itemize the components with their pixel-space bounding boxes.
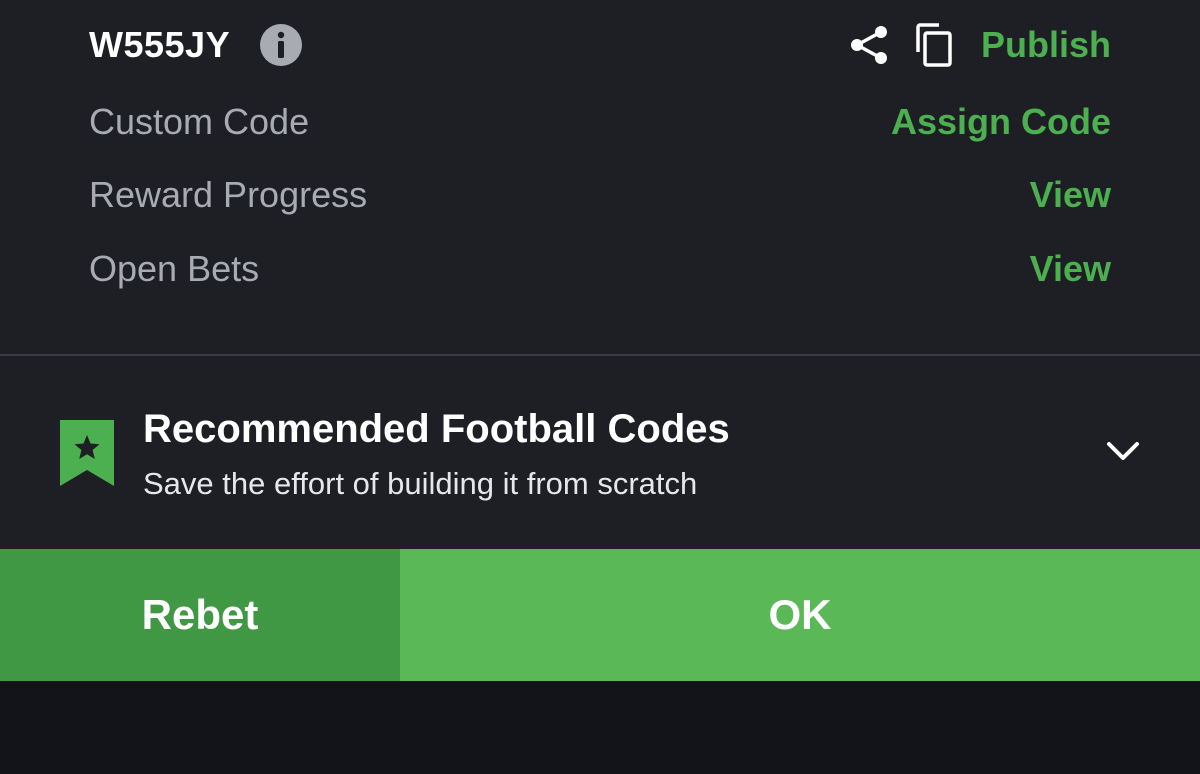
chevron-down-icon[interactable] [1104,436,1142,466]
rebet-button[interactable]: Rebet [0,549,400,681]
custom-code-label: Custom Code [89,101,310,142]
recommended-title: Recommended Football Codes [143,407,730,451]
ok-button[interactable]: OK [400,549,1200,681]
reward-progress-view-link[interactable]: View [1030,174,1111,216]
bookmark-star-icon [60,420,114,486]
share-icon[interactable] [848,24,890,66]
recommended-subtitle: Save the effort of building it from scra… [143,466,698,501]
publish-link[interactable]: Publish [981,24,1111,66]
open-bets-label: Open Bets [89,248,260,289]
booking-code-panel: W555JY Publish Custom Code Assign Code R… [0,0,1200,548]
booking-code-title: W555JY [89,24,231,65]
section-divider [0,354,1200,356]
copy-icon[interactable] [913,22,955,68]
reward-progress-label: Reward Progress [89,174,368,215]
assign-code-link[interactable]: Assign Code [891,101,1111,143]
open-bets-view-link[interactable]: View [1030,248,1111,290]
bottom-bar [0,681,1200,774]
info-icon[interactable] [260,24,302,66]
